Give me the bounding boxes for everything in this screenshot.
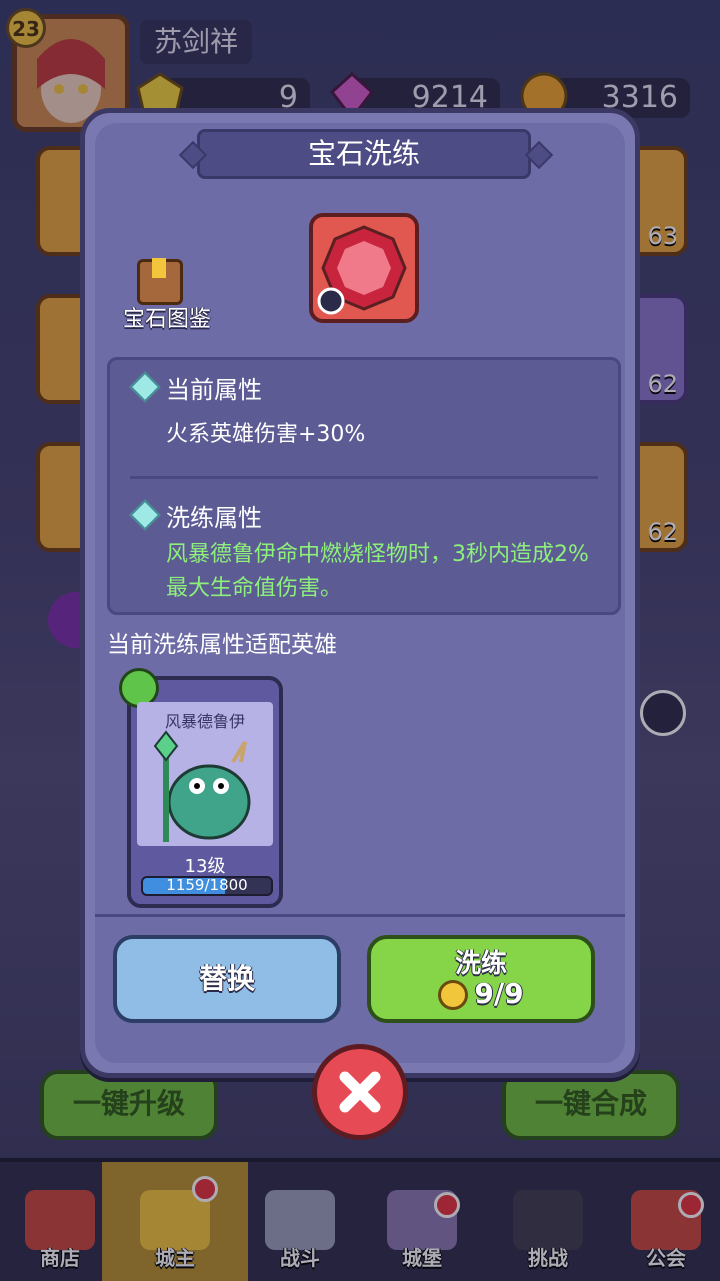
refine-cost: 9/9 bbox=[371, 977, 591, 1010]
hero-exp-bar: 1159/1800 bbox=[141, 876, 273, 896]
bookmark-icon bbox=[152, 258, 166, 278]
fit-heroes-label: 当前洗练属性适配英雄 bbox=[107, 632, 337, 658]
dialog-title-bar: 宝石洗练 bbox=[197, 129, 531, 179]
hero-exp-text: 1159/1800 bbox=[166, 876, 248, 894]
current-attr-text: 火系英雄伤害+30% bbox=[166, 422, 366, 447]
red-gem-icon bbox=[317, 225, 407, 315]
dialog-title: 宝石洗练 bbox=[307, 137, 420, 170]
gem-slot bbox=[309, 213, 419, 323]
attribute-panel: 当前属性 火系英雄伤害+30% 洗练属性 风暴德鲁伊命中燃烧怪物时，3秒内造成2… bbox=[107, 357, 621, 615]
refine-button[interactable]: 洗练 9/9 bbox=[367, 935, 595, 1023]
gem-codex-book-icon[interactable] bbox=[137, 258, 183, 305]
diamond-bullet-icon bbox=[129, 499, 161, 531]
replace-button[interactable]: 替换 bbox=[113, 935, 341, 1023]
gem-codex-label[interactable]: 宝石图鉴 bbox=[107, 301, 227, 333]
divider bbox=[130, 476, 598, 479]
refine-attr-heading: 洗练属性 bbox=[166, 504, 262, 532]
close-icon bbox=[339, 1071, 381, 1113]
refine-attr-text: 风暴德鲁伊命中燃烧怪物时，3秒内造成2%最大生命值伤害。 bbox=[166, 542, 589, 601]
hero-card[interactable]: 风暴德鲁伊 13级 1159/1800 bbox=[119, 668, 283, 908]
close-button[interactable] bbox=[312, 1044, 408, 1140]
divider bbox=[95, 914, 625, 917]
hero-name: 风暴德鲁伊 bbox=[164, 712, 245, 731]
hero-level: 13级 bbox=[184, 856, 226, 877]
gold-coin-icon bbox=[438, 980, 469, 1010]
current-attr-heading: 当前属性 bbox=[166, 376, 262, 404]
diamond-bullet-icon bbox=[129, 371, 161, 403]
gem-refine-dialog: 宝石洗练 宝石图鉴 当前属性 火系英雄伤害+30% 洗练属性 风暴德鲁伊命中燃烧… bbox=[80, 108, 640, 1078]
refine-button-label: 洗练 bbox=[454, 949, 507, 979]
refine-cost-value: 9/9 bbox=[474, 977, 524, 1010]
